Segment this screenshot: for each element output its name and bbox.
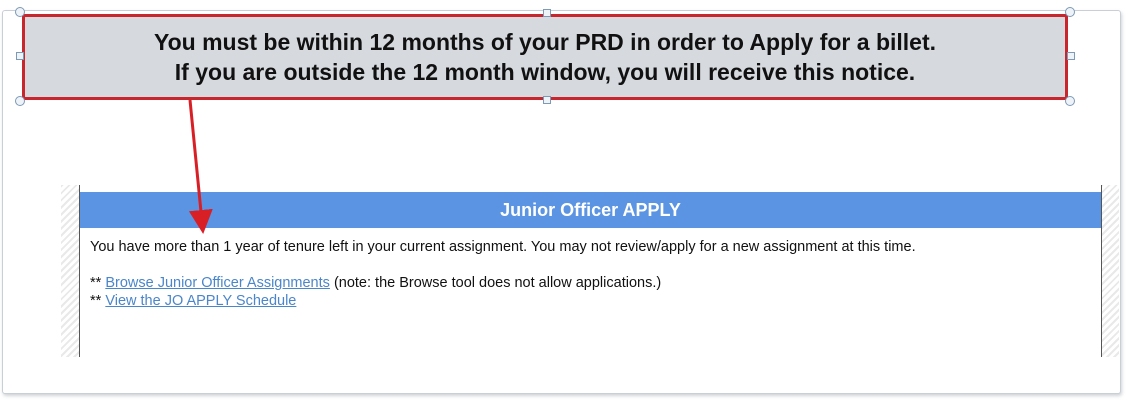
callout-line-2: If you are outside the 12 month window, …	[174, 59, 916, 85]
selection-handle-middle-left[interactable]	[16, 52, 24, 60]
tenure-message: You have more than 1 year of tenure left…	[90, 239, 916, 255]
hatch-border-right	[1101, 185, 1119, 357]
selection-handle-middle-right[interactable]	[1067, 52, 1075, 60]
selection-handle-bottom-left[interactable]	[15, 96, 25, 106]
link-row-browse: ** Browse Junior Officer Assignments (no…	[90, 274, 1090, 292]
panel-body: You have more than 1 year of tenure left…	[90, 238, 1090, 310]
selection-handle-bottom-center[interactable]	[543, 96, 551, 104]
selection-handle-top-right[interactable]	[1065, 7, 1075, 17]
browse-note: (note: the Browse tool does not allow ap…	[333, 275, 662, 291]
link-prefix: **	[90, 293, 102, 309]
hatch-border-left	[61, 185, 79, 357]
jo-apply-panel: Junior Officer APPLY You have more than …	[79, 185, 1102, 357]
view-schedule-link[interactable]: View the JO APPLY Schedule	[105, 293, 296, 309]
link-list: ** Browse Junior Officer Assignments (no…	[90, 274, 1090, 310]
panel-header: Junior Officer APPLY	[80, 192, 1101, 228]
selection-handle-bottom-right[interactable]	[1065, 96, 1075, 106]
selection-handle-top-center[interactable]	[543, 9, 551, 17]
browse-assignments-link[interactable]: Browse Junior Officer Assignments	[105, 275, 330, 291]
link-prefix: **	[90, 275, 102, 291]
link-row-schedule: ** View the JO APPLY Schedule	[90, 292, 1090, 310]
selection-handle-top-left[interactable]	[15, 7, 25, 17]
callout-box: You must be within 12 months of your PRD…	[22, 14, 1068, 100]
callout-line-1: You must be within 12 months of your PRD…	[153, 29, 937, 55]
